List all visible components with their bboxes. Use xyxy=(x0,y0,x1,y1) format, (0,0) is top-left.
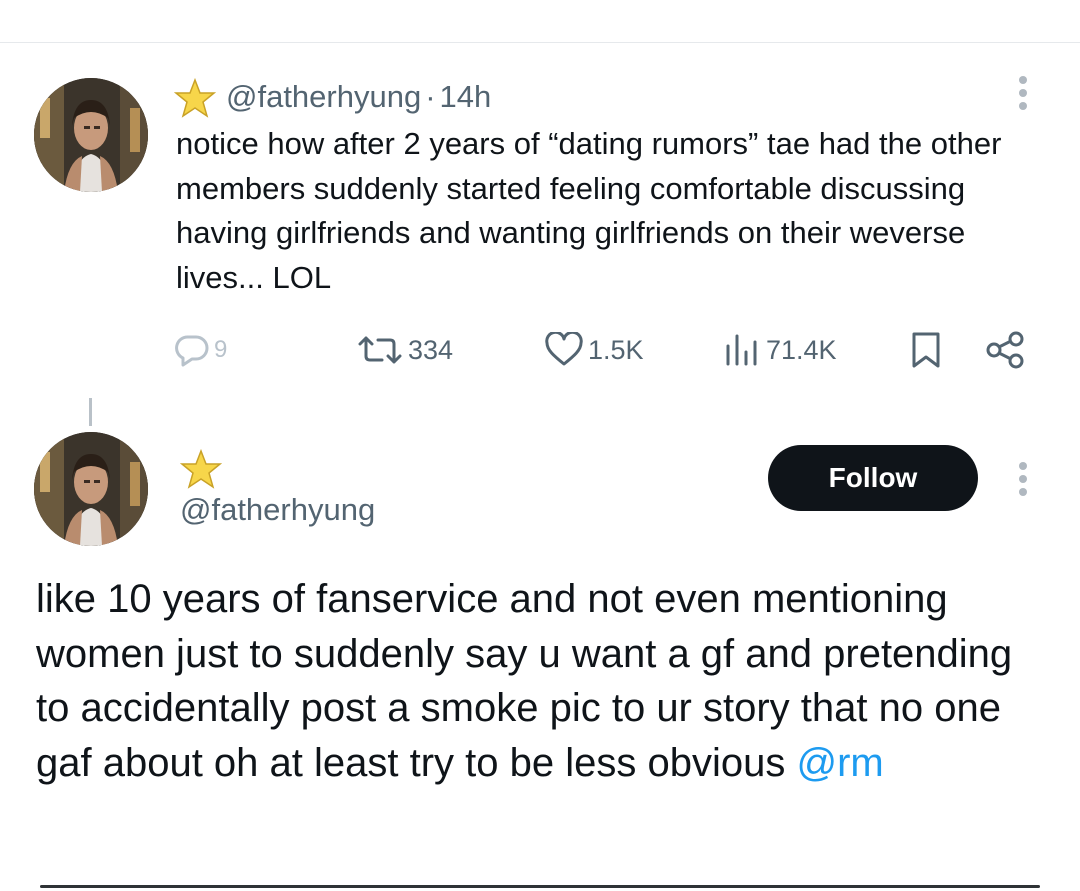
more-icon[interactable] xyxy=(1017,76,1029,115)
reply-button[interactable]: 9 xyxy=(174,328,227,372)
tweet-handle[interactable]: @fatherhyung xyxy=(226,79,421,114)
avatar[interactable] xyxy=(34,432,148,546)
tweet-header: @fatherhyung · 14h xyxy=(226,77,491,117)
views-button[interactable]: 71.4K xyxy=(722,328,837,372)
tweet-time[interactable]: 14h xyxy=(440,79,492,114)
reply-icon xyxy=(175,335,209,367)
repost-icon xyxy=(358,336,402,364)
share-button[interactable] xyxy=(984,328,1026,372)
bookmark-icon xyxy=(912,332,940,368)
star-icon xyxy=(174,78,216,118)
more-icon[interactable] xyxy=(1017,462,1029,501)
header-separator: · xyxy=(425,79,436,114)
star-icon xyxy=(180,449,222,489)
tweet-text: notice how after 2 years of “dating rumo… xyxy=(176,126,1002,295)
tweet-actions: 9 334 1.5K 71.4K xyxy=(0,328,1080,372)
repost-count: 334 xyxy=(408,334,454,365)
heart-icon xyxy=(545,332,583,366)
bookmark-button[interactable] xyxy=(908,328,944,372)
views-icon xyxy=(726,334,757,366)
bottom-divider xyxy=(40,885,1040,888)
top-divider xyxy=(0,42,1080,43)
like-button[interactable]: 1.5K xyxy=(544,328,644,372)
reply-text: like 10 years of fanservice and not even… xyxy=(36,572,1046,790)
avatar[interactable] xyxy=(34,78,148,192)
reply-handle[interactable]: @fatherhyung xyxy=(180,490,375,530)
reply-count: 9 xyxy=(214,336,228,363)
repost-button[interactable]: 334 xyxy=(356,328,453,372)
share-icon xyxy=(986,331,1024,369)
views-count: 71.4K xyxy=(766,334,837,365)
follow-button[interactable]: Follow xyxy=(768,445,978,511)
mention-link[interactable]: @rm xyxy=(796,741,883,785)
like-count: 1.5K xyxy=(588,334,644,365)
thread-connector xyxy=(89,398,92,426)
